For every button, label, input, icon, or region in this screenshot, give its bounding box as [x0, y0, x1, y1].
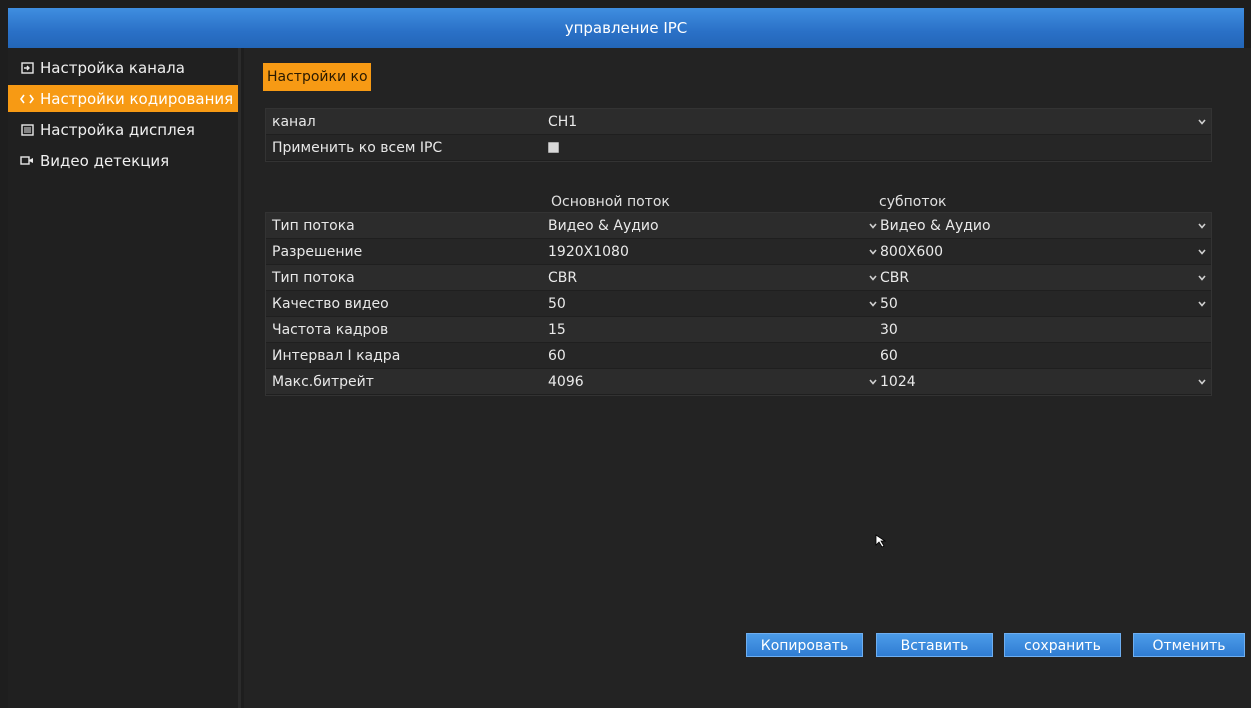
channel-row: канал CH1 [266, 109, 1211, 135]
sub-max-bitrate-select[interactable]: 1024 [878, 369, 1211, 395]
chevron-down-icon [1197, 118, 1207, 126]
sub-resolution-select[interactable]: 800X600 [878, 239, 1211, 265]
row-label: Тип потока [272, 269, 355, 286]
sidebar-item-label: Видео детекция [40, 151, 170, 170]
chevron-down-icon [868, 248, 878, 256]
sub-iframe-interval-input[interactable]: 60 [878, 343, 1211, 369]
apply-all-label: Применить ко всем IPC [272, 139, 443, 156]
video-camera-icon [20, 155, 34, 167]
table-row: Макс.битрейт 4096 1024 [266, 369, 1211, 395]
main-bitrate-type-select[interactable]: CBR [546, 265, 878, 291]
chevron-down-icon [1197, 300, 1207, 308]
apply-all-checkbox[interactable] [548, 142, 559, 153]
sub-bitrate-type-select[interactable]: CBR [878, 265, 1211, 291]
table-row: Тип потока Видео & Аудио Видео & Аудио [266, 213, 1211, 239]
cell-value: 1920X1080 [548, 243, 629, 260]
chevron-down-icon [1197, 222, 1207, 230]
cell-value: Видео & Аудио [548, 217, 659, 234]
cell-value: 50 [880, 295, 898, 312]
code-brackets-icon [20, 93, 34, 105]
sidebar-item-channel-settings[interactable]: Настройка канала [8, 54, 238, 81]
sidebar: Настройка канала Настройки кодирования Н… [8, 48, 241, 708]
main-framerate-input[interactable]: 15 [546, 317, 878, 343]
apply-all-cell [546, 135, 559, 161]
sub-framerate-input[interactable]: 30 [878, 317, 1211, 343]
save-button[interactable]: сохранить [1004, 633, 1121, 657]
cell-value: CBR [548, 269, 578, 286]
input-channel-icon [20, 61, 34, 74]
sidebar-item-display-settings[interactable]: Настройка дисплея [8, 116, 238, 143]
sidebar-item-label: Настройки кодирования [40, 89, 234, 108]
encoding-table: Тип потока Видео & Аудио Видео & Аудио Р… [265, 212, 1212, 396]
cell-value: 60 [548, 347, 566, 364]
row-label: Тип потока [272, 217, 355, 234]
channel-label: канал [272, 113, 316, 130]
sidebar-item-label: Настройка канала [40, 58, 185, 77]
table-row: Тип потока CBR CBR [266, 265, 1211, 291]
cell-value: 15 [548, 321, 566, 338]
window-title: управление IPC [8, 8, 1244, 48]
cell-value: Видео & Аудио [880, 217, 991, 234]
display-settings-icon [20, 123, 34, 136]
chevron-down-icon [868, 274, 878, 282]
table-row: Интервал I кадра 60 60 [266, 343, 1211, 369]
main-max-bitrate-select[interactable]: 4096 [546, 369, 878, 395]
cell-value: 800X600 [880, 243, 944, 260]
row-label: Макс.битрейт [272, 373, 374, 390]
row-label: Качество видео [272, 295, 389, 312]
chevron-down-icon [1197, 378, 1207, 386]
tab-encoding-settings[interactable]: Настройки ко [263, 63, 371, 91]
apply-all-row: Применить ко всем IPC [266, 135, 1211, 161]
row-label: Интервал I кадра [272, 347, 401, 364]
paste-button[interactable]: Вставить [876, 633, 993, 657]
chevron-down-icon [1197, 274, 1207, 282]
channel-panel: канал CH1 Применить ко всем IPC [265, 108, 1212, 162]
main-stream-type-select[interactable]: Видео & Аудио [546, 213, 878, 239]
sub-stream-header: субпоток [879, 194, 947, 210]
chevron-down-icon [868, 300, 878, 308]
main-content: Настройки ко канал CH1 Применить ко всем… [244, 48, 1251, 708]
main-iframe-interval-input[interactable]: 60 [546, 343, 878, 369]
main-stream-header: Основной поток [551, 194, 670, 210]
cell-value: CBR [880, 269, 910, 286]
chevron-down-icon [868, 222, 878, 230]
mouse-pointer-icon [875, 533, 887, 552]
cell-value: 60 [880, 347, 898, 364]
sidebar-item-video-detection[interactable]: Видео детекция [8, 147, 238, 174]
table-row: Разрешение 1920X1080 800X600 [266, 239, 1211, 265]
cell-value: 1024 [880, 373, 916, 390]
chevron-down-icon [1197, 248, 1207, 256]
stream-headers: Основной поток субпоток [265, 190, 1212, 214]
sidebar-item-encoding-settings[interactable]: Настройки кодирования [8, 85, 238, 112]
row-label: Разрешение [272, 243, 363, 260]
main-resolution-select[interactable]: 1920X1080 [546, 239, 878, 265]
cancel-button[interactable]: Отменить [1133, 633, 1245, 657]
cell-value: 50 [548, 295, 566, 312]
sub-stream-type-select[interactable]: Видео & Аудио [878, 213, 1211, 239]
copy-button[interactable]: Копировать [746, 633, 863, 657]
row-label: Частота кадров [272, 321, 389, 338]
sidebar-item-label: Настройка дисплея [40, 120, 195, 139]
channel-value: CH1 [548, 113, 578, 130]
table-row: Частота кадров 15 30 [266, 317, 1211, 343]
cell-value: 30 [880, 321, 898, 338]
table-row: Качество видео 50 50 [266, 291, 1211, 317]
cell-value: 4096 [548, 373, 584, 390]
channel-select[interactable]: CH1 [546, 109, 1211, 135]
chevron-down-icon [868, 378, 878, 386]
main-quality-select[interactable]: 50 [546, 291, 878, 317]
sub-quality-select[interactable]: 50 [878, 291, 1211, 317]
